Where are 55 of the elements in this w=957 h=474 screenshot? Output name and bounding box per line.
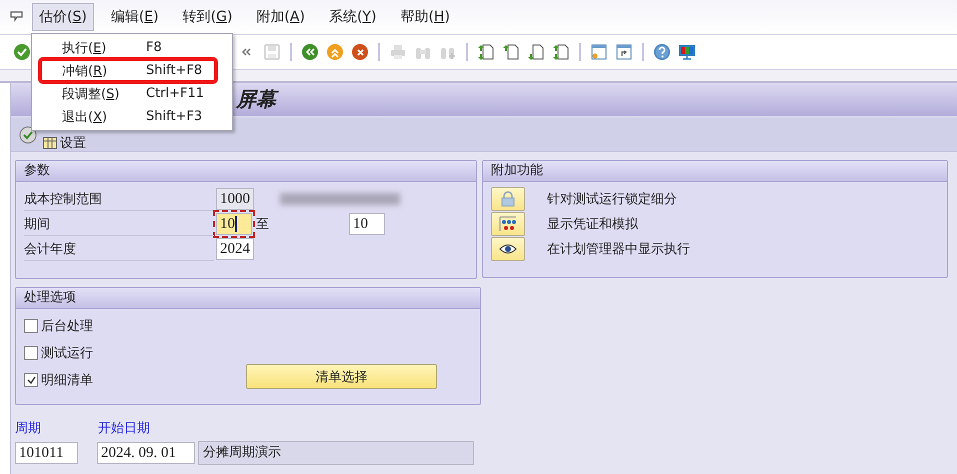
group-title: 参数 [16,161,476,182]
checkbox[interactable] [24,319,38,333]
back-icon[interactable] [301,43,319,61]
check-icon[interactable] [13,43,31,61]
menu-item[interactable]: 段调整(S) Ctrl+F11 [32,82,232,105]
checkbox-label: 后台处理 [41,318,93,335]
page-arrow-icon[interactable] [477,43,495,61]
page-arrow-icon[interactable] [527,43,545,61]
page-arrow-icon[interactable] [552,43,570,61]
lock-button[interactable] [491,186,525,210]
eye-button[interactable] [491,236,525,260]
group-title: 处理选项 [16,288,480,309]
cancel-icon[interactable] [351,43,369,61]
settings-button[interactable]: 设置 [41,134,88,152]
function-label: 显示凭证和模拟 [547,216,638,232]
field-label: 期间 [24,216,51,232]
menu-item[interactable]: 附加(A) [249,3,312,31]
field-label: 会计年度 [24,240,77,258]
monitor-icon[interactable] [678,43,696,61]
help-icon[interactable] [653,43,671,61]
column-heading: 开始日期 [98,420,150,437]
eye-icon [499,242,517,254]
group-title: 附加功能 [483,161,947,182]
description-field: 分摊周期演示 [198,441,474,465]
input-field[interactable]: 10 [349,212,385,234]
checkbox[interactable] [24,346,38,360]
menu-item[interactable]: 估价(S) [32,3,94,31]
window-menu-icon[interactable] [10,11,24,23]
column-heading: 周期 [15,420,42,437]
function-label: 在计划管理器中显示执行 [547,240,690,258]
input-field[interactable]: 2024. 09. 01 [97,442,195,464]
lock-icon [500,190,516,206]
menu-item[interactable]: 冲销(R) Shift+F8 [38,57,218,84]
input-field[interactable]: 2024 [216,238,254,260]
function-label: 针对测试运行锁定细分 [547,190,677,208]
page-arrow-icon[interactable] [502,43,520,61]
new-window-icon[interactable] [590,43,608,61]
menu-item[interactable]: 执行(E) F8 [32,36,232,59]
menu-item[interactable]: 帮助(H) [393,3,457,31]
menu-item[interactable]: 退出(X) Shift+F3 [32,105,232,128]
field-label: 成本控制范围 [24,190,103,208]
field-label: 至 [256,216,269,232]
checkbox-label: 测试运行 [41,345,93,362]
hierarchy-icon [499,216,517,232]
input-field[interactable]: 101011 [15,442,78,464]
list-selection-button[interactable]: 清单选择 [246,364,437,389]
grid-icon [43,136,57,148]
checkbox[interactable] [24,373,38,387]
checkbox-label: 明细清单 [41,372,93,389]
menu-item[interactable]: 编辑(E) [104,3,166,31]
input-field[interactable]: 1000 [216,188,254,210]
menu-item[interactable]: 转到(G) [176,3,240,31]
shortcut-icon[interactable] [615,43,633,61]
menu-item[interactable]: 系统(Y) [322,3,384,31]
structure-button[interactable] [491,212,525,236]
